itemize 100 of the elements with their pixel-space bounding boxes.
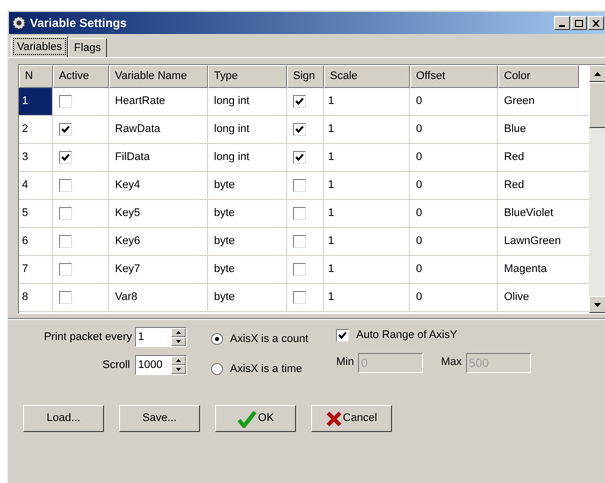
table-cell: 3 — [19, 144, 53, 171]
print-packet-label: Print packet every — [44, 330, 132, 345]
table-cell: FilData — [109, 144, 208, 171]
checkmark-icon — [237, 410, 258, 428]
active-checkbox[interactable] — [59, 207, 72, 220]
print-packet-spinbox[interactable]: 1 — [135, 327, 187, 347]
active-checkbox[interactable] — [59, 235, 72, 248]
active-checkbox[interactable] — [59, 151, 72, 164]
scroll-down-icon[interactable] — [589, 296, 605, 313]
table-cell-text: Red — [503, 178, 526, 193]
checkbox-label: Auto Range of AxisY — [356, 328, 458, 343]
dialog-button[interactable]: Save... — [119, 405, 200, 432]
sign-checkbox[interactable] — [293, 123, 306, 136]
table-cell: 0 — [410, 144, 498, 171]
table-cell: 7 — [19, 256, 53, 283]
table-cell: 1 — [324, 256, 410, 283]
table-cell-text: Green — [503, 94, 536, 109]
column-header[interactable]: Type — [208, 65, 287, 88]
table-cell: 0 — [410, 256, 498, 283]
cross-icon — [326, 410, 342, 426]
radio-label: AxisX is a time — [230, 362, 302, 376]
table-cell: RawData — [109, 116, 208, 143]
gear-icon — [11, 15, 27, 31]
tab[interactable]: Variables — [11, 36, 68, 57]
table-cell: 0 — [410, 172, 498, 199]
sign-checkbox[interactable] — [293, 151, 306, 164]
tab[interactable]: Flags — [68, 38, 107, 57]
table-cell: long int — [208, 116, 287, 143]
column-header[interactable]: Scale — [324, 65, 410, 88]
table-cell: 0 — [410, 284, 498, 311]
sign-checkbox[interactable] — [293, 263, 306, 276]
table-cell: 0 — [410, 228, 498, 255]
active-checkbox[interactable] — [59, 123, 72, 136]
window-title: Variable Settings — [30, 15, 127, 32]
table-cell: byte — [208, 200, 287, 227]
column-header[interactable]: Color — [498, 65, 579, 88]
min-label: Min — [336, 355, 354, 370]
auto-range-checkbox[interactable] — [336, 328, 350, 342]
spin-down-icon[interactable] — [171, 337, 186, 346]
table-cell: 1 — [324, 144, 410, 171]
spin-up-icon[interactable] — [171, 356, 186, 365]
scroll-up-icon[interactable] — [589, 65, 605, 82]
active-checkbox[interactable] — [59, 95, 72, 108]
sign-checkbox[interactable] — [293, 179, 306, 192]
table-cell: Var8 — [109, 284, 208, 311]
column-header[interactable]: Active — [53, 65, 109, 88]
table-cell: Key7 — [109, 256, 208, 283]
scroll-spinbox[interactable]: 1000 — [135, 355, 187, 375]
dialog-button[interactable]: Load... — [23, 405, 104, 432]
radio-label: AxisX is a count — [230, 332, 308, 347]
table-cell: byte — [208, 284, 287, 311]
scrollbar[interactable] — [589, 65, 605, 313]
table-cell-text: Magenta — [503, 262, 548, 277]
table-cell: 1 — [324, 228, 410, 255]
table-cell-text: LawnGreen — [503, 234, 562, 249]
active-checkbox[interactable] — [59, 263, 72, 276]
table-cell: 5 — [19, 200, 53, 227]
active-checkbox[interactable] — [59, 179, 72, 192]
maximize-button[interactable] — [571, 16, 587, 30]
close-button[interactable] — [588, 16, 604, 30]
table-cell: byte — [208, 228, 287, 255]
sign-checkbox[interactable] — [293, 235, 306, 248]
radio-button[interactable] — [211, 362, 223, 375]
table-cell: 1 — [324, 284, 410, 311]
table-cell: 1 — [324, 200, 410, 227]
sign-checkbox[interactable] — [293, 207, 306, 220]
table-cell-text: BlueViolet — [503, 206, 554, 221]
sign-checkbox[interactable] — [293, 291, 306, 304]
column-header[interactable]: Sign — [287, 65, 324, 88]
scroll-thumb[interactable] — [589, 82, 605, 128]
table-cell: 2 — [19, 116, 53, 143]
spin-up-icon[interactable] — [171, 328, 186, 337]
spin-down-icon[interactable] — [171, 365, 186, 374]
active-checkbox[interactable] — [59, 291, 72, 304]
table-cell: long int — [208, 88, 287, 115]
table-cell: 4 — [19, 172, 53, 199]
table-cell: 0 — [410, 116, 498, 143]
max-label: Max — [441, 355, 462, 370]
radio-button[interactable] — [211, 333, 223, 346]
table-cell-text: Olive — [503, 290, 530, 305]
column-header[interactable]: Variable Name — [109, 65, 208, 88]
table-cell: 8 — [19, 284, 53, 311]
table-cell: byte — [208, 172, 287, 199]
column-header[interactable]: N — [19, 65, 53, 88]
dialog-button[interactable]: Cancel — [311, 405, 392, 432]
dialog-button[interactable]: OK — [215, 405, 296, 432]
table-cell: 1 — [324, 116, 410, 143]
minimize-button[interactable] — [554, 16, 570, 30]
column-header[interactable]: Offset — [410, 65, 498, 88]
table-cell: 6 — [19, 228, 53, 255]
table-cell: long int — [208, 144, 287, 171]
table-cell-text: Red — [503, 150, 526, 165]
table-cell: 1 — [19, 88, 53, 115]
table-cell: 1 — [324, 172, 410, 199]
sign-checkbox[interactable] — [293, 95, 306, 108]
table-cell: 1 — [324, 88, 410, 115]
table-cell: 0 — [410, 200, 498, 227]
table-cell: Key5 — [109, 200, 208, 227]
table-cell: HeartRate — [109, 88, 208, 115]
table-cell: Key4 — [109, 172, 208, 199]
